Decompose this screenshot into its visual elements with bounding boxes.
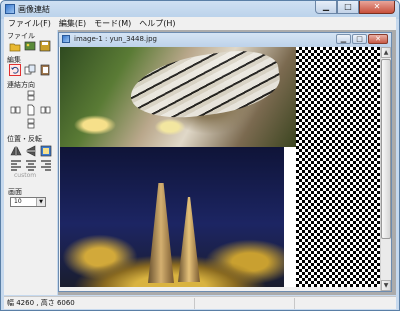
- scroll-thumb[interactable]: [381, 59, 391, 239]
- image-child-window: image-1 : yun_3448.jpg ▁ □ ✕ ▲ ▼: [58, 32, 392, 292]
- save-image-icon[interactable]: [39, 40, 51, 52]
- image-canvas[interactable]: [60, 47, 380, 287]
- menu-edit[interactable]: 編集(E): [59, 18, 86, 29]
- direction-group-label: 連結方向: [7, 81, 35, 89]
- status-cell-2: [194, 298, 195, 309]
- align-right-icon[interactable]: [40, 159, 52, 171]
- chevron-down-icon[interactable]: ▼: [36, 198, 45, 206]
- child-close-button[interactable]: ✕: [368, 34, 388, 44]
- temple-photo: [60, 147, 284, 287]
- child-maximize-button[interactable]: □: [352, 34, 367, 44]
- app-icon: [5, 4, 15, 14]
- menu-bar: ファイル(F) 編集(E) モード(M) ヘルプ(H): [4, 17, 396, 30]
- join-down-icon[interactable]: [25, 118, 37, 130]
- menu-mode[interactable]: モード(M): [94, 18, 131, 29]
- temple-tower-small: [178, 197, 200, 282]
- transparent-area: [296, 47, 380, 287]
- scroll-up-icon[interactable]: ▲: [381, 47, 391, 58]
- status-bar: 幅 4260 , 高さ 6060: [4, 296, 396, 309]
- window-title: 画像連結: [18, 5, 50, 14]
- single-page-icon[interactable]: [25, 104, 37, 116]
- butterfly-photo: [60, 47, 296, 147]
- temple-tower-large: [148, 183, 174, 283]
- open-image-icon[interactable]: [24, 40, 36, 52]
- join-vertical-icon[interactable]: [25, 90, 37, 102]
- menu-help[interactable]: ヘルプ(H): [139, 18, 175, 29]
- flip-horizontal-icon[interactable]: [10, 145, 22, 157]
- status-text: 幅 4260 , 高さ 6060: [7, 299, 75, 307]
- status-cell-3: [294, 298, 295, 309]
- align-left-icon[interactable]: [10, 159, 22, 171]
- spacing-group-label: 画面: [8, 188, 22, 196]
- title-bar: 画像連結 ▁ □ ✕: [1, 1, 399, 17]
- child-window-controls: ▁ □ ✕: [335, 34, 388, 44]
- spacing-select[interactable]: 10 ▼: [10, 197, 46, 207]
- child-window-title: image-1 : yun_3448.jpg: [74, 35, 157, 43]
- minimize-button[interactable]: ▁: [315, 1, 337, 14]
- open-folder-icon[interactable]: [9, 40, 21, 52]
- child-title-bar: image-1 : yun_3448.jpg ▁ □ ✕: [59, 33, 391, 46]
- scroll-down-icon[interactable]: ▼: [381, 280, 391, 291]
- join-horizontal-icon[interactable]: [10, 104, 22, 116]
- vertical-scrollbar[interactable]: ▲ ▼: [380, 47, 391, 291]
- align-center-icon[interactable]: [25, 159, 37, 171]
- image-fit-icon[interactable]: [40, 145, 52, 157]
- child-minimize-button[interactable]: ▁: [336, 34, 351, 44]
- flip-vertical-icon[interactable]: [25, 145, 37, 157]
- spacing-value: 10: [14, 198, 22, 205]
- copy-icon[interactable]: [24, 64, 36, 76]
- butterfly-wing: [126, 47, 284, 126]
- paste-icon[interactable]: [39, 64, 51, 76]
- join-right-icon[interactable]: [40, 104, 52, 116]
- maximize-button[interactable]: □: [337, 1, 359, 14]
- align-group-label: 位置・反転: [7, 135, 42, 143]
- menu-file[interactable]: ファイル(F): [8, 18, 51, 29]
- tool-panel: ファイル 編集 連結方向 位置・反転 custom 画面 10 ▼: [4, 30, 57, 295]
- app-window: 画像連結 ▁ □ ✕ ファイル(F) 編集(E) モード(M) ヘルプ(H) フ…: [0, 0, 400, 311]
- image-icon: [62, 35, 70, 43]
- window-controls: ▁ □ ✕: [315, 1, 395, 14]
- undo-icon[interactable]: [9, 64, 21, 76]
- close-button[interactable]: ✕: [359, 1, 395, 14]
- mdi-area: image-1 : yun_3448.jpg ▁ □ ✕ ▲ ▼: [58, 30, 396, 295]
- custom-label: custom: [14, 172, 37, 179]
